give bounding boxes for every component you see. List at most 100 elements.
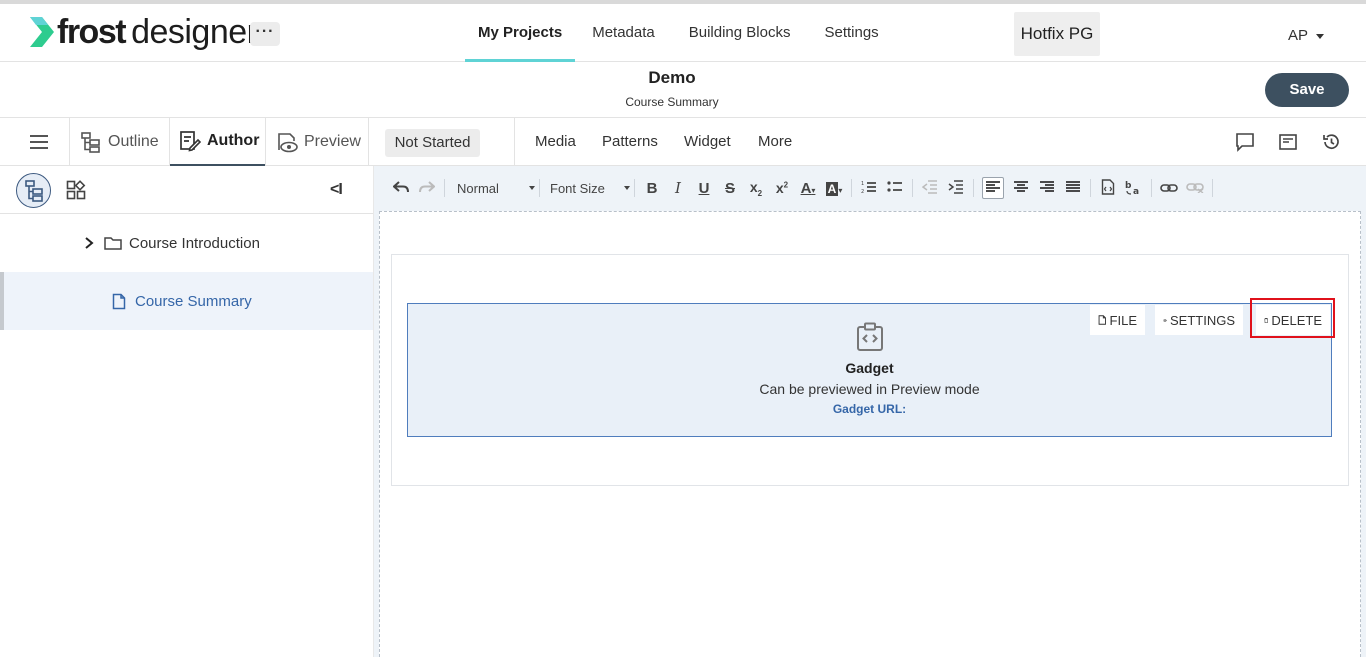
svg-text:a: a: [1133, 187, 1139, 195]
sidebar-toolbar: <I: [0, 166, 373, 214]
svg-text:1: 1: [861, 181, 864, 187]
strikethrough-icon[interactable]: S: [721, 180, 739, 197]
nav-metadata[interactable]: Metadata: [575, 4, 672, 62]
align-justify-icon[interactable]: [1064, 180, 1082, 196]
user-menu[interactable]: AP: [1288, 27, 1325, 44]
bold-icon[interactable]: B: [643, 180, 661, 197]
tree-view-button[interactable]: [16, 173, 51, 208]
nav-settings[interactable]: Settings: [807, 4, 895, 62]
more-menu-button[interactable]: ···: [250, 22, 280, 46]
gear-icon: [1163, 318, 1167, 322]
toolbar-divider: [912, 179, 913, 197]
toolbar-divider: [851, 179, 852, 197]
document-title: Demo: [648, 68, 696, 87]
outline-tree-icon: [81, 132, 100, 153]
toolbar-divider: [1090, 179, 1091, 197]
logo-text-frost: frost: [57, 13, 127, 51]
author-edit-icon: [180, 131, 201, 152]
font-size-value: Font Size: [550, 180, 605, 196]
gadget-code-icon: [857, 322, 883, 351]
toolbar-divider: [973, 179, 974, 197]
hamburger-menu-icon[interactable]: [30, 135, 48, 149]
toolbar-divider: [1212, 179, 1213, 197]
gadget-description: Can be previewed in Preview mode: [759, 381, 980, 397]
insert-widget[interactable]: Widget: [684, 118, 731, 166]
file-button[interactable]: FILE: [1090, 305, 1145, 335]
user-initials: AP: [1288, 27, 1309, 44]
preview-eye-icon: [278, 133, 298, 153]
tab-author[interactable]: Author: [170, 118, 265, 166]
frost-designer-logo[interactable]: frost designer: [28, 13, 258, 51]
logo-chevron-icon: [30, 17, 54, 47]
document-title-bar: Demo Course Summary Save: [0, 62, 1366, 118]
toolbar-divider: [634, 179, 635, 197]
toolbar-divider: [1151, 179, 1152, 197]
align-right-icon[interactable]: [1038, 180, 1056, 196]
undo-icon[interactable]: [392, 180, 410, 197]
toolbar-divider: [444, 179, 445, 197]
redo-icon[interactable]: [418, 180, 436, 197]
superscript-icon[interactable]: x2: [773, 180, 791, 196]
blocks-view-icon[interactable]: [66, 180, 86, 200]
tab-preview-label: Preview: [304, 133, 361, 150]
logo-text-designer: designer: [131, 13, 258, 51]
paragraph-format-value: Normal: [457, 180, 499, 196]
gadget-title: Gadget: [845, 360, 894, 376]
settings-button-label: SETTINGS: [1169, 312, 1235, 328]
history-icon[interactable]: [1321, 132, 1341, 152]
italic-icon[interactable]: I: [669, 179, 687, 197]
gadget-url-label: Gadget URL:: [832, 402, 907, 416]
toolbar-divider: [539, 179, 540, 197]
subscript-icon[interactable]: x2: [747, 179, 765, 198]
divider: [265, 118, 266, 166]
status-badge[interactable]: Not Started: [385, 129, 480, 157]
delete-highlight-box: [1250, 298, 1335, 338]
paragraph-format-select[interactable]: Normal: [449, 181, 535, 196]
rich-text-toolbar: Normal Font Size B I U S x2 x2 A▾ A ▾ 12 …: [378, 166, 1366, 210]
insert-patterns[interactable]: Patterns: [602, 118, 658, 166]
outline-item-label: Course Summary: [135, 292, 252, 310]
caret-down-icon: [1316, 33, 1325, 39]
divider: [514, 118, 515, 166]
save-button[interactable]: Save: [1265, 73, 1349, 107]
align-center-icon[interactable]: [1012, 180, 1030, 196]
main-nav: My Projects Metadata Building Blocks Set…: [465, 4, 896, 62]
settings-button[interactable]: SETTINGS: [1155, 305, 1243, 335]
bullet-list-icon[interactable]: [886, 180, 904, 197]
outdent-icon[interactable]: [921, 179, 939, 197]
collapse-sidebar-button[interactable]: <I: [330, 181, 343, 199]
svg-text:2: 2: [861, 189, 864, 194]
file-icon: [1098, 315, 1106, 325]
link-icon[interactable]: [1160, 180, 1178, 196]
font-color-icon[interactable]: A▾: [799, 180, 817, 197]
notes-panel-icon[interactable]: [1278, 132, 1298, 152]
nav-my-projects[interactable]: My Projects: [465, 4, 576, 62]
svg-text:b: b: [1125, 181, 1132, 191]
outline-item-course-introduction[interactable]: Course Introduction: [0, 214, 373, 272]
insert-media[interactable]: Media: [535, 118, 576, 166]
project-name-chip[interactable]: Hotfix PG: [1014, 12, 1100, 56]
chevron-right-icon[interactable]: [84, 236, 94, 250]
document-subtitle: Course Summary: [625, 95, 719, 109]
tab-outline[interactable]: Outline: [80, 118, 159, 166]
source-code-icon[interactable]: [1099, 178, 1117, 198]
unlink-icon[interactable]: [1186, 180, 1204, 196]
nav-building-blocks[interactable]: Building Blocks: [672, 4, 808, 62]
outline-item-course-summary[interactable]: Course Summary: [0, 272, 373, 330]
comment-icon[interactable]: [1235, 132, 1255, 152]
align-left-icon[interactable]: [982, 177, 1004, 199]
folder-icon: [104, 237, 122, 250]
highlight-color-icon[interactable]: A ▾: [825, 180, 843, 197]
tab-author-label: Author: [207, 132, 260, 149]
translate-icon[interactable]: ba: [1125, 179, 1143, 198]
underline-icon[interactable]: U: [695, 180, 713, 197]
tree-view-icon: [24, 179, 43, 202]
tab-outline-label: Outline: [108, 133, 159, 150]
outline-item-label: Course Introduction: [129, 234, 260, 252]
font-size-select[interactable]: Font Size: [544, 181, 630, 196]
insert-more[interactable]: More: [758, 118, 792, 166]
numbered-list-icon[interactable]: 12: [860, 180, 878, 197]
outline-sidebar: <I Course Introduction Course Summary: [0, 166, 374, 657]
tab-preview[interactable]: Preview: [276, 118, 361, 166]
indent-icon[interactable]: [947, 179, 965, 197]
